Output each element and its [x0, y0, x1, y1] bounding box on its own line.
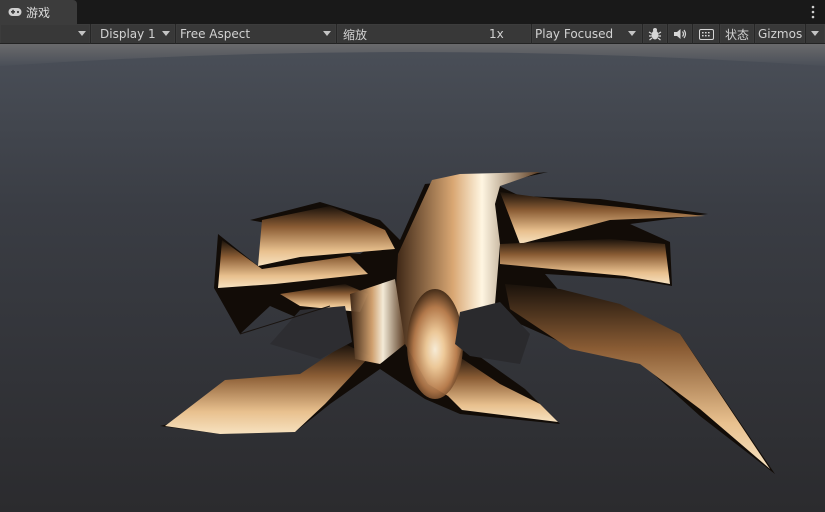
keyboard-toggle[interactable] [694, 25, 718, 43]
chevron-down-icon [323, 31, 331, 36]
tab-label: 游戏 [26, 5, 51, 20]
display-dropdown[interactable]: Display 1 [92, 25, 174, 43]
divider [531, 24, 532, 44]
aspect-label: Free Aspect [180, 27, 251, 41]
chevron-down-icon [78, 31, 86, 36]
bug-icon [648, 28, 662, 41]
play-mode-label: Play Focused [535, 27, 614, 41]
game-viewport[interactable] [0, 44, 825, 512]
play-mode-dropdown[interactable]: Play Focused [533, 25, 641, 43]
stats-button[interactable]: 状态 [721, 25, 753, 43]
divider [175, 24, 176, 44]
gizmos-dropdown[interactable] [806, 25, 824, 43]
tab-bar: 游戏 [0, 0, 825, 24]
audio-toggle[interactable] [669, 25, 691, 43]
divider [90, 24, 91, 44]
chevron-down-icon [162, 31, 170, 36]
divider [667, 24, 668, 44]
divider [754, 24, 755, 44]
view-mode-dropdown[interactable] [1, 25, 89, 43]
bug-toggle[interactable] [644, 25, 666, 43]
display-label: Display 1 [100, 27, 156, 41]
gizmos-button[interactable]: Gizmos [756, 25, 804, 43]
stats-label: 状态 [724, 27, 749, 42]
chevron-down-icon [628, 31, 636, 36]
gizmos-label: Gizmos [758, 27, 803, 41]
speaker-icon [674, 29, 687, 39]
tab-game[interactable]: 游戏 [0, 0, 77, 24]
game-toolbar: Display 1 Free Aspect 缩放 1x Play Focused [0, 24, 825, 63]
scale-control: 缩放 1x [338, 25, 530, 43]
divider [336, 24, 337, 44]
kebab-menu-icon[interactable] [811, 4, 815, 20]
chevron-down-icon [811, 31, 819, 36]
scale-value: 1x [489, 27, 504, 41]
gamepad-icon [8, 8, 22, 16]
divider [719, 24, 720, 44]
divider [642, 24, 643, 44]
keyboard-icon [698, 28, 714, 40]
divider [692, 24, 693, 44]
scale-label: 缩放 [343, 27, 368, 42]
aspect-dropdown[interactable]: Free Aspect [177, 25, 335, 43]
